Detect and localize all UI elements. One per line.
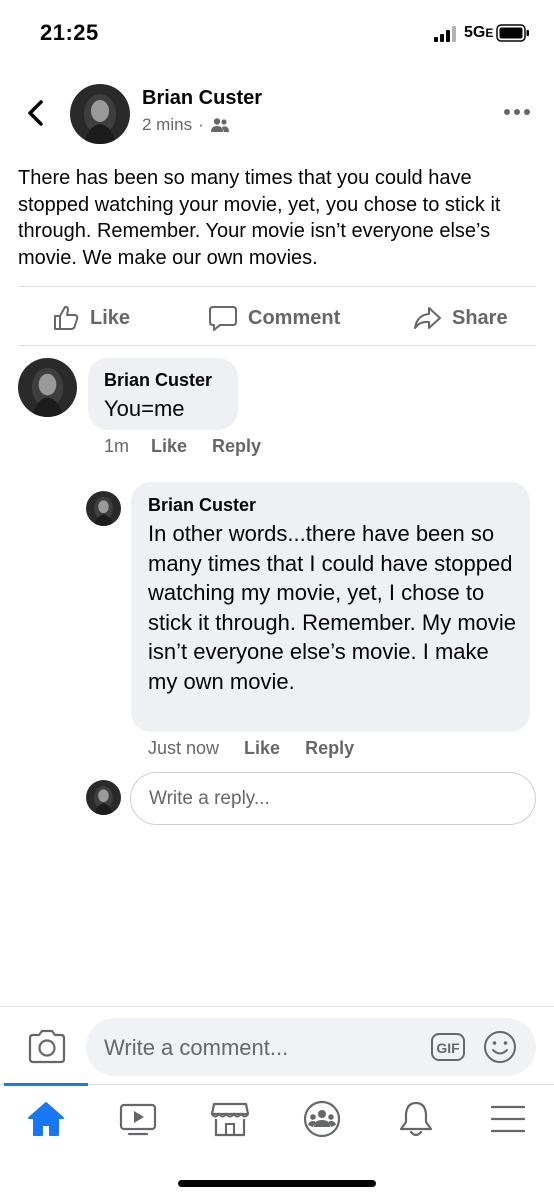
thumbs-up-icon bbox=[54, 305, 79, 330]
divider bbox=[18, 345, 536, 346]
comment-meta: 1m Like Reply bbox=[104, 436, 261, 457]
reply-time: Just now bbox=[148, 738, 220, 758]
active-tab-indicator bbox=[4, 1083, 88, 1086]
current-user-avatar bbox=[86, 780, 121, 815]
share-label: Share bbox=[452, 306, 508, 329]
post-meta: 2 mins · bbox=[142, 115, 230, 135]
post-author-name[interactable]: Brian Custer bbox=[142, 87, 262, 110]
like-label: Like bbox=[90, 306, 131, 329]
status-time: 21:25 bbox=[40, 20, 99, 45]
comment-button[interactable]: Comment bbox=[208, 300, 340, 336]
comment-bubble-icon bbox=[209, 306, 237, 331]
reply-bubble[interactable]: Brian Custer In other words...there have… bbox=[131, 482, 530, 732]
battery-icon bbox=[496, 24, 529, 42]
reply-avatar[interactable] bbox=[86, 491, 121, 526]
commenter-avatar[interactable] bbox=[18, 358, 77, 417]
share-button[interactable]: Share bbox=[412, 300, 508, 336]
watch-icon[interactable] bbox=[117, 1099, 159, 1139]
comment-reply-link[interactable]: Reply bbox=[212, 436, 261, 457]
network-label: 5GE bbox=[464, 24, 494, 41]
divider bbox=[18, 286, 536, 287]
reply-like-link[interactable]: Like bbox=[244, 738, 280, 759]
back-arrow-icon[interactable] bbox=[22, 96, 52, 130]
friends-icon bbox=[210, 118, 229, 132]
post-actions: Like Comment Share bbox=[18, 290, 536, 346]
post-text: There has been so many times that you co… bbox=[18, 167, 501, 269]
divider bbox=[0, 1006, 554, 1007]
status-bar: 21:25 5GE bbox=[0, 0, 554, 66]
comment-author[interactable]: Brian Custer bbox=[104, 370, 212, 391]
gif-button[interactable]: GIF bbox=[430, 1031, 466, 1063]
reply-meta: Just now Like Reply bbox=[148, 738, 354, 759]
menu-icon[interactable] bbox=[487, 1099, 529, 1139]
comment-label: Comment bbox=[248, 306, 341, 329]
camera-icon[interactable] bbox=[26, 1028, 68, 1066]
comment-input[interactable]: Write a comment... GIF bbox=[86, 1018, 536, 1076]
like-button[interactable]: Like bbox=[52, 300, 130, 336]
signal-icon bbox=[434, 26, 456, 42]
svg-text:GIF: GIF bbox=[436, 1040, 460, 1056]
comment-text: You=me bbox=[104, 396, 185, 421]
share-arrow-icon bbox=[414, 307, 441, 329]
comment-input-placeholder: Write a comment... bbox=[104, 1035, 289, 1060]
bell-icon[interactable] bbox=[395, 1099, 437, 1139]
meta-separator: · bbox=[198, 115, 204, 134]
home-icon[interactable] bbox=[25, 1099, 67, 1139]
reply-reply-link[interactable]: Reply bbox=[305, 738, 354, 759]
comment-bubble[interactable]: Brian Custer You=me bbox=[88, 358, 238, 430]
reply-input-placeholder: Write a reply... bbox=[149, 788, 270, 809]
groups-icon[interactable] bbox=[301, 1099, 343, 1139]
home-indicator bbox=[178, 1180, 376, 1187]
comment-like-link[interactable]: Like bbox=[151, 436, 187, 457]
reply-input[interactable]: Write a reply... bbox=[130, 772, 536, 825]
gif-icon: GIF bbox=[431, 1033, 465, 1061]
post-time: 2 mins bbox=[142, 115, 193, 134]
marketplace-icon[interactable] bbox=[209, 1099, 251, 1139]
reply-text: In other words...there have been so many… bbox=[148, 521, 517, 694]
comment-time: 1m bbox=[104, 436, 130, 456]
more-options-icon[interactable] bbox=[502, 100, 532, 124]
tab-bar bbox=[0, 1083, 554, 1152]
author-avatar[interactable] bbox=[70, 84, 130, 144]
emoji-icon[interactable] bbox=[482, 1029, 518, 1065]
reply-author[interactable]: Brian Custer bbox=[148, 495, 256, 516]
